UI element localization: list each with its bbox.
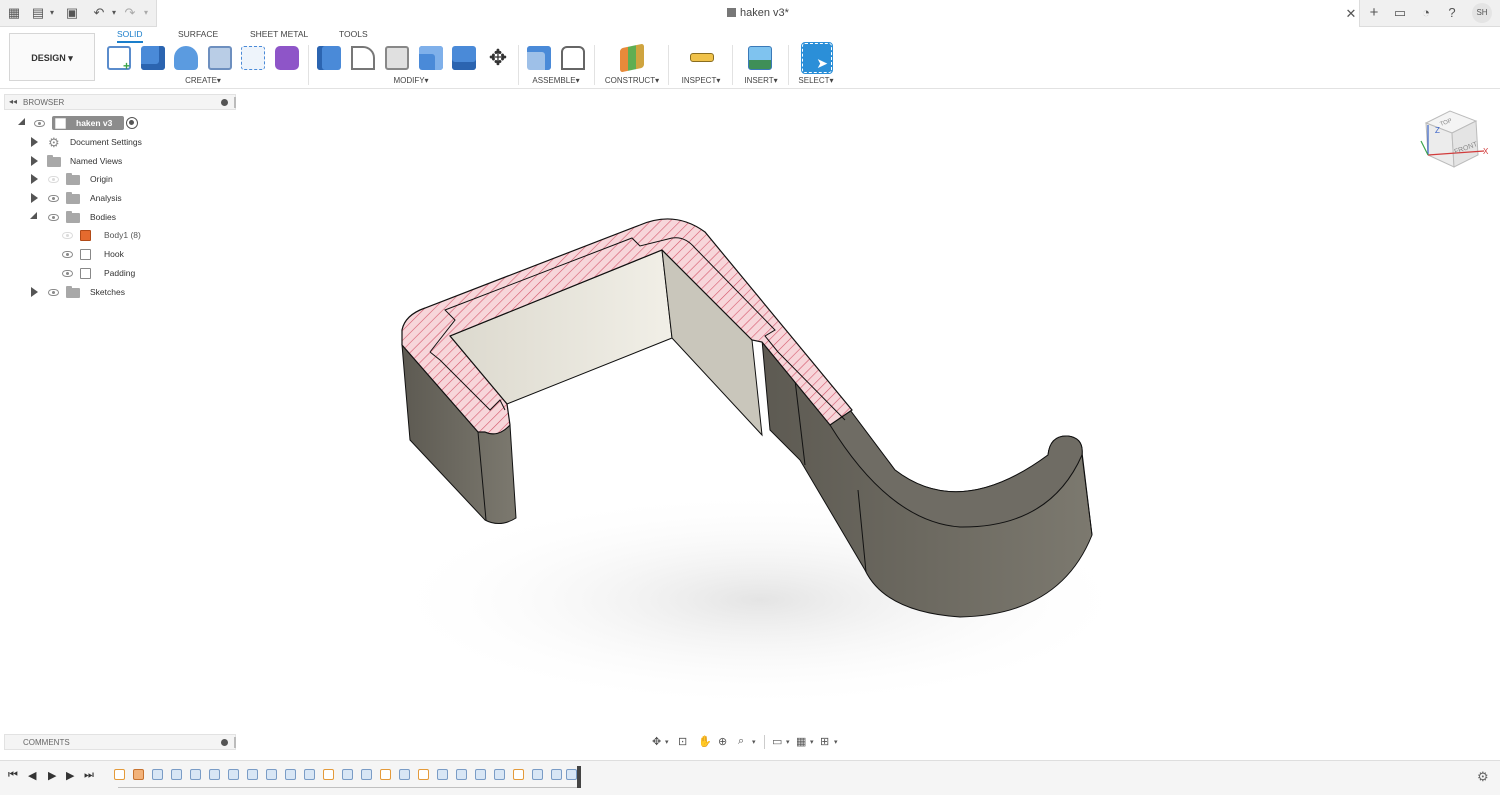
timeline-feature-sketch[interactable] xyxy=(513,769,524,780)
timeline-marker-handle[interactable] xyxy=(577,766,581,788)
timeline-feature-shell[interactable] xyxy=(566,769,577,780)
look-at-icon[interactable]: ⊡ xyxy=(678,735,687,748)
comments-title: COMMENTS xyxy=(23,738,70,747)
timeline-feature-fillet[interactable] xyxy=(209,769,220,780)
timeline-feature-fillet[interactable] xyxy=(285,769,296,780)
timeline-track xyxy=(118,787,580,788)
timeline-last-icon[interactable]: ⏭ xyxy=(84,769,94,782)
timeline-next-icon[interactable]: ▶ xyxy=(66,769,74,782)
viewports-dropdown-chevron-icon[interactable]: ▾ xyxy=(834,738,838,746)
timeline-previous-icon[interactable]: ◀ xyxy=(28,769,36,782)
viewports-icon[interactable]: ⊞ xyxy=(820,735,829,748)
timeline-feature-combine[interactable] xyxy=(494,769,505,780)
timeline-feature-fillet[interactable] xyxy=(551,769,562,780)
display-dropdown-chevron-icon[interactable]: ▾ xyxy=(786,738,790,746)
timeline-play-icon[interactable]: ▶ xyxy=(48,769,56,782)
display-settings-icon[interactable]: ▭ xyxy=(772,735,782,748)
view-cube[interactable]: TOP FRONT X Z xyxy=(1418,105,1490,177)
zoom-dropdown-chevron-icon[interactable]: ▾ xyxy=(752,738,756,746)
pan-hand-icon[interactable]: ✋ xyxy=(698,735,712,748)
axis-z-label: Z xyxy=(1435,126,1440,135)
timeline-feature-fillet[interactable] xyxy=(361,769,372,780)
panel-pin-icon[interactable] xyxy=(221,739,228,746)
comments-panel-header[interactable]: COMMENTS xyxy=(4,734,236,750)
grid-dropdown-chevron-icon[interactable]: ▾ xyxy=(810,738,814,746)
timeline-feature-fillet[interactable] xyxy=(152,769,163,780)
timeline-feature-extrude[interactable] xyxy=(532,769,543,780)
view-cube-graphic[interactable] xyxy=(1418,105,1490,177)
timeline-feature-extrude[interactable] xyxy=(437,769,448,780)
zoom-window-icon[interactable]: ⌕ xyxy=(738,735,744,748)
timeline-feature-fillet[interactable] xyxy=(456,769,467,780)
timeline-feature-offset[interactable] xyxy=(228,769,239,780)
timeline-feature-extrude[interactable] xyxy=(342,769,353,780)
timeline-feature-sketch[interactable] xyxy=(418,769,429,780)
timeline-feature-extrude[interactable] xyxy=(133,769,144,780)
orbit-icon[interactable]: ✥ xyxy=(652,735,661,748)
timeline-feature-fillet[interactable] xyxy=(171,769,182,780)
3d-viewport[interactable] xyxy=(0,0,1500,795)
orbit-dropdown-chevron-icon[interactable]: ▾ xyxy=(665,738,669,746)
axis-x-label: X xyxy=(1483,147,1489,156)
zoom-icon[interactable]: ⊕ xyxy=(718,735,727,748)
timeline-feature-shell[interactable] xyxy=(247,769,258,780)
timeline-feature-sketch[interactable] xyxy=(380,769,391,780)
timeline-bar: ⏮ ◀ ▶ ▶ ⏭ ⚙ xyxy=(0,760,1500,795)
panel-resize-handle[interactable] xyxy=(234,737,236,748)
timeline-feature-sketch[interactable] xyxy=(114,769,125,780)
timeline-feature-fillet[interactable] xyxy=(304,769,315,780)
navigation-bar: ✥ ▾ ⊡ ✋ ⊕ ⌕ ▾ ▭ ▾ ▦ ▾ ⊞ ▾ xyxy=(650,733,846,751)
nav-separator xyxy=(764,735,765,749)
grid-snaps-icon[interactable]: ▦ xyxy=(796,735,806,748)
timeline-feature-extrude[interactable] xyxy=(399,769,410,780)
timeline-settings-gear-icon[interactable]: ⚙ xyxy=(1477,769,1489,785)
timeline-feature-sketch[interactable] xyxy=(323,769,334,780)
timeline-feature-offset[interactable] xyxy=(190,769,201,780)
timeline-first-icon[interactable]: ⏮ xyxy=(8,769,18,782)
timeline-feature-fillet[interactable] xyxy=(475,769,486,780)
timeline-feature-shell[interactable] xyxy=(266,769,277,780)
